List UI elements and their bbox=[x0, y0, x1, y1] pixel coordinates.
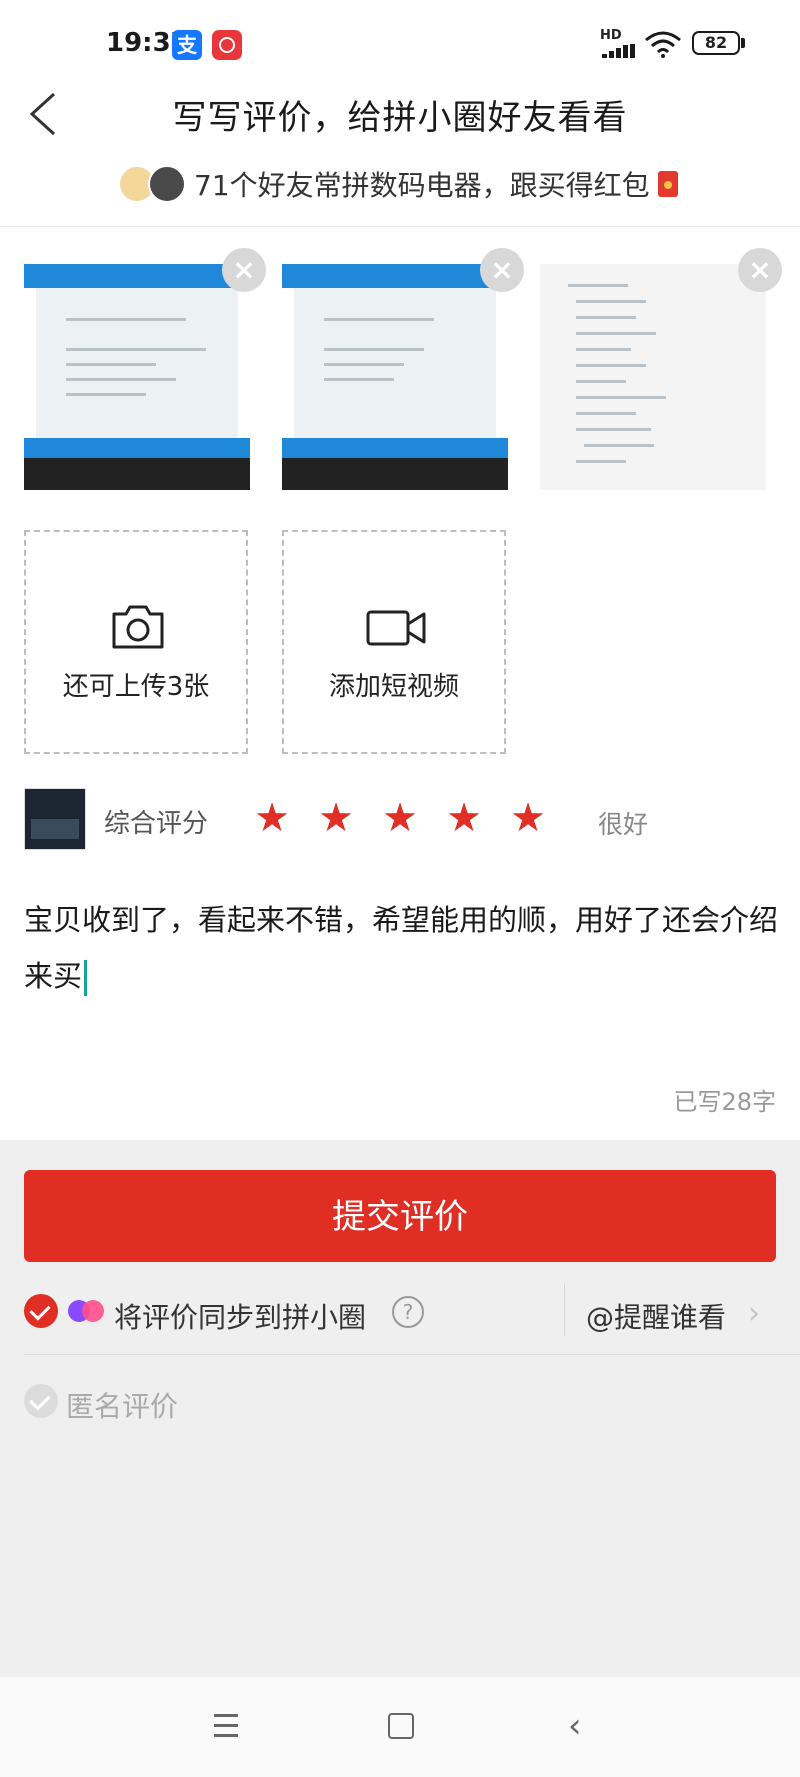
remind-who-button[interactable]: @提醒谁看 bbox=[586, 1296, 726, 1336]
divider bbox=[24, 1354, 800, 1355]
photo-thumbnail[interactable] bbox=[540, 264, 766, 490]
divider bbox=[564, 1284, 565, 1336]
anonymous-checkbox[interactable] bbox=[24, 1384, 58, 1418]
friend-avatar bbox=[148, 165, 186, 203]
review-text: 宝贝收到了，看起来不错，希望能用的顺，用好了还会介绍来买 bbox=[24, 903, 779, 993]
pinxiaoquan-logo-icon bbox=[68, 1300, 104, 1322]
sync-label: 将评价同步到拼小圈 bbox=[114, 1301, 367, 1334]
red-packet-icon bbox=[657, 171, 678, 197]
text-cursor bbox=[84, 960, 88, 996]
wifi-icon bbox=[645, 31, 681, 58]
signal-icon bbox=[602, 44, 636, 58]
char-count: 已写28字 bbox=[673, 1088, 776, 1116]
review-textarea[interactable]: 宝贝收到了，看起来不错，希望能用的顺，用好了还会介绍来买 bbox=[24, 892, 780, 1004]
battery-indicator: 82 bbox=[692, 31, 740, 55]
product-thumbnail bbox=[24, 788, 86, 850]
sync-checkbox[interactable] bbox=[24, 1294, 58, 1328]
upload-photo-label: 还可上传3张 bbox=[62, 672, 210, 702]
divider bbox=[0, 226, 800, 227]
chevron-right-icon: › bbox=[748, 1296, 760, 1331]
friends-text: 71个好友常拼数码电器，跟买得红包 bbox=[194, 169, 650, 202]
upload-photo-button[interactable]: 还可上传3张 bbox=[24, 530, 248, 754]
rating-star[interactable]: ★ bbox=[252, 798, 292, 838]
remove-photo-button[interactable]: × bbox=[222, 248, 266, 292]
add-video-button[interactable]: 添加短视频 bbox=[282, 530, 506, 754]
rating-label: 综合评分 bbox=[104, 809, 209, 839]
notification-app-icon bbox=[212, 30, 242, 60]
alipay-icon: 支 bbox=[172, 30, 202, 60]
nav-back-icon[interactable]: ‹ bbox=[568, 1706, 582, 1746]
submit-review-button[interactable]: 提交评价 bbox=[24, 1170, 776, 1262]
network-type-label: HD bbox=[600, 28, 622, 43]
video-camera-icon bbox=[366, 610, 426, 646]
remove-photo-button[interactable]: × bbox=[480, 248, 524, 292]
menu-icon[interactable] bbox=[214, 1714, 238, 1744]
rating-star[interactable]: ★ bbox=[316, 798, 356, 838]
rating-star[interactable]: ★ bbox=[508, 798, 548, 838]
rating-star[interactable]: ★ bbox=[380, 798, 420, 838]
rating-text: 很好 bbox=[598, 810, 649, 839]
photo-thumbnail[interactable] bbox=[24, 264, 250, 490]
photo-thumbnail[interactable] bbox=[282, 264, 508, 490]
home-icon[interactable] bbox=[388, 1713, 414, 1739]
friends-row: 71个好友常拼数码电器，跟买得红包 bbox=[118, 162, 678, 206]
help-icon[interactable]: ? bbox=[392, 1296, 424, 1328]
page-title: 写写评价，给拼小圈好友看看 bbox=[172, 98, 628, 138]
add-video-label: 添加短视频 bbox=[328, 672, 459, 702]
camera-icon bbox=[112, 605, 164, 649]
rating-star[interactable]: ★ bbox=[444, 798, 484, 838]
remove-photo-button[interactable]: × bbox=[738, 248, 782, 292]
battery-tip bbox=[741, 38, 745, 48]
anonymous-label[interactable]: 匿名评价 bbox=[66, 1385, 178, 1425]
